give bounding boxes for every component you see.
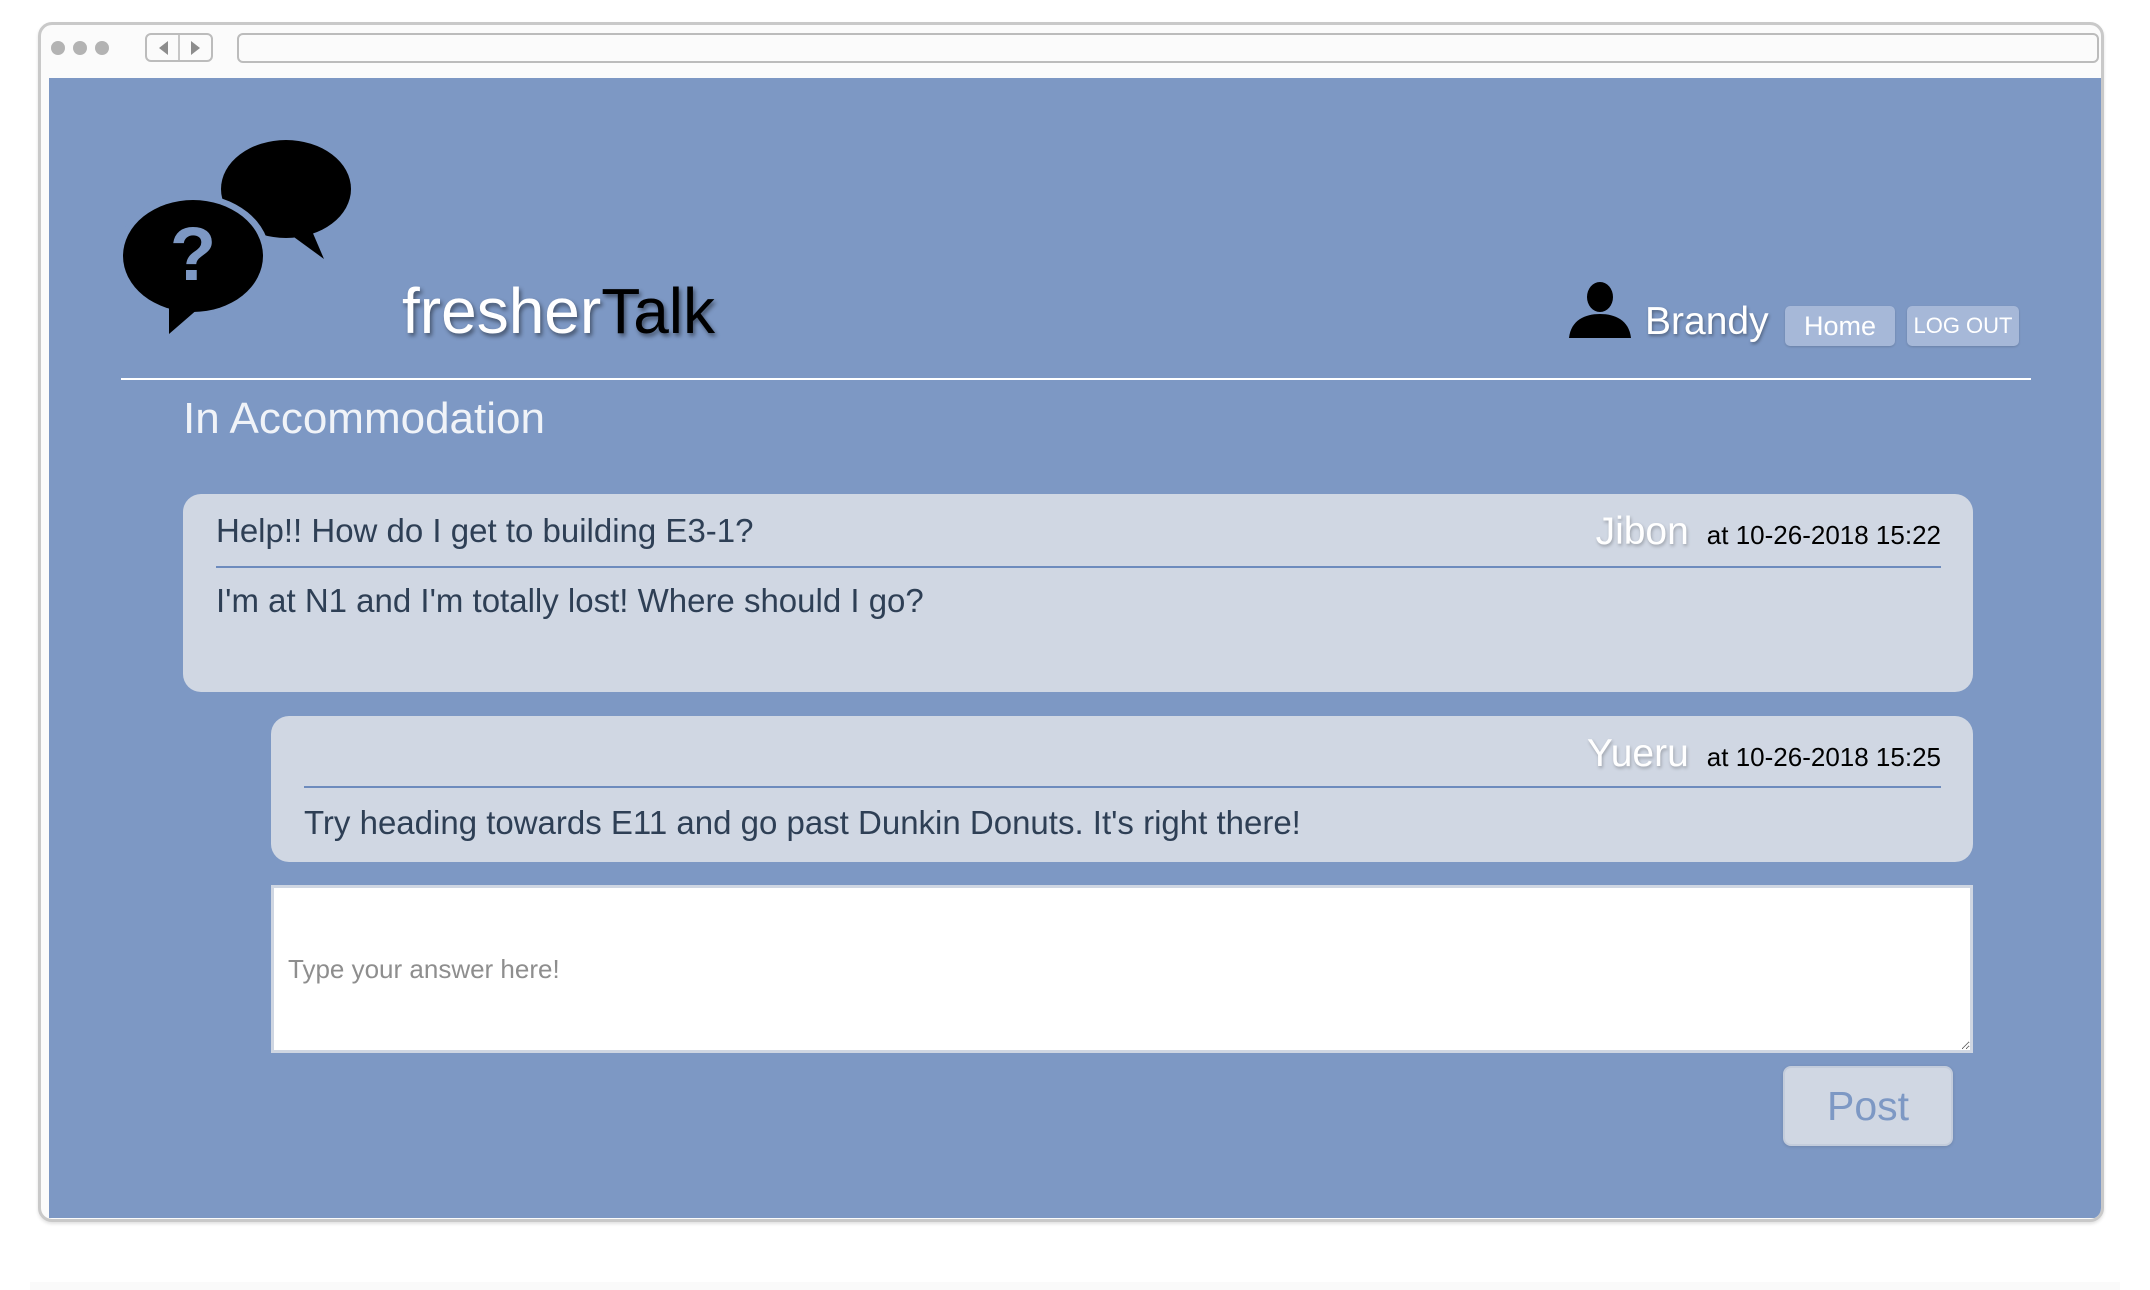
question-divider xyxy=(216,566,1941,568)
question-timestamp: at 10-26-2018 15:22 xyxy=(1706,520,1941,550)
question-title: Help!! How do I get to building E3-1? xyxy=(216,512,754,549)
question-card: Help!! How do I get to building E3-1? Ji… xyxy=(183,494,1973,692)
person-icon xyxy=(1569,282,1631,338)
header-divider xyxy=(121,378,2031,380)
answer-input[interactable] xyxy=(271,885,1973,1053)
answer-timestamp: at 10-26-2018 15:25 xyxy=(1706,742,1941,772)
username-label: Brandy xyxy=(1645,300,1769,343)
answer-divider xyxy=(304,786,1941,788)
answer-card: Yueru at 10-26-2018 15:25 Try heading to… xyxy=(271,716,1973,862)
nav-divider xyxy=(178,35,180,60)
question-author[interactable]: Jibon xyxy=(1596,510,1689,554)
page-title: In Accommodation xyxy=(183,394,545,443)
svg-text:?: ? xyxy=(170,212,216,297)
home-button[interactable]: Home xyxy=(1785,306,1895,346)
window-zoom-dot[interactable] xyxy=(95,41,109,55)
brand-wordmark[interactable]: fresherTalk xyxy=(402,276,715,346)
window-minimize-dot[interactable] xyxy=(73,41,87,55)
question-chat-bubbles-icon: ? xyxy=(119,140,351,334)
logout-button[interactable]: LOG OUT xyxy=(1907,306,2019,346)
forward-arrow-icon[interactable] xyxy=(191,41,200,55)
back-arrow-icon[interactable] xyxy=(159,41,168,55)
answer-body: Try heading towards E11 and go past Dunk… xyxy=(304,804,1301,841)
question-body: I'm at N1 and I'm totally lost! Where sh… xyxy=(216,582,924,619)
question-meta: Jibon at 10-26-2018 15:22 xyxy=(1596,510,1941,554)
page-bottom-strip xyxy=(30,1282,2120,1290)
brand-name-dark: Talk xyxy=(601,275,715,347)
brand-name-light: fresher xyxy=(402,275,602,347)
page-viewport: ? fresherTalk Brandy Home LOG OUT In Acc… xyxy=(49,78,2101,1218)
browser-window: ? fresherTalk Brandy Home LOG OUT In Acc… xyxy=(38,22,2104,1222)
answer-meta: Yueru at 10-26-2018 15:25 xyxy=(1587,732,1941,776)
address-bar[interactable] xyxy=(237,33,2099,63)
answer-author[interactable]: Yueru xyxy=(1587,732,1689,776)
browser-nav-buttons xyxy=(145,33,213,62)
post-button[interactable]: Post xyxy=(1783,1066,1953,1146)
window-close-dot[interactable] xyxy=(51,41,65,55)
browser-toolbar xyxy=(41,25,2101,75)
